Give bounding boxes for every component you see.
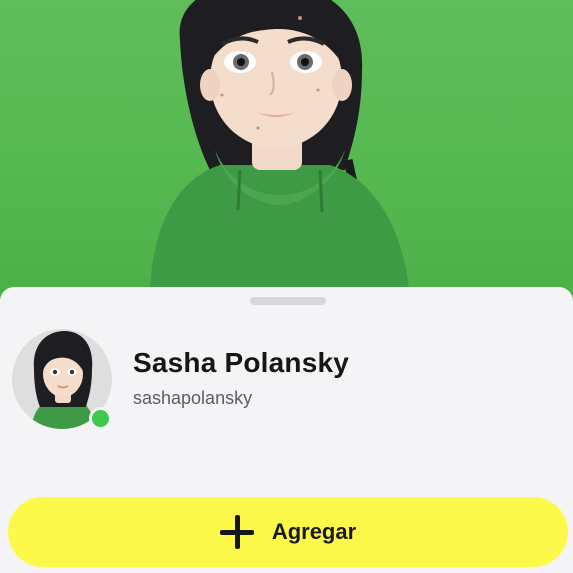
online-status-dot — [89, 407, 112, 430]
bitmoji-illustration — [150, 0, 410, 300]
plus-icon — [219, 515, 254, 549]
bitmoji-hero — [0, 0, 573, 300]
add-friend-label: Agregar — [271, 519, 357, 544]
display-name: Sasha Polansky — [133, 347, 350, 378]
profile-sheet: Sasha Polansky sashapolansky Agregar — [0, 287, 573, 573]
username: sashapolansky — [133, 388, 253, 408]
sheet-drag-handle[interactable] — [250, 297, 326, 305]
add-friend-button[interactable]: Agregar — [8, 497, 568, 567]
